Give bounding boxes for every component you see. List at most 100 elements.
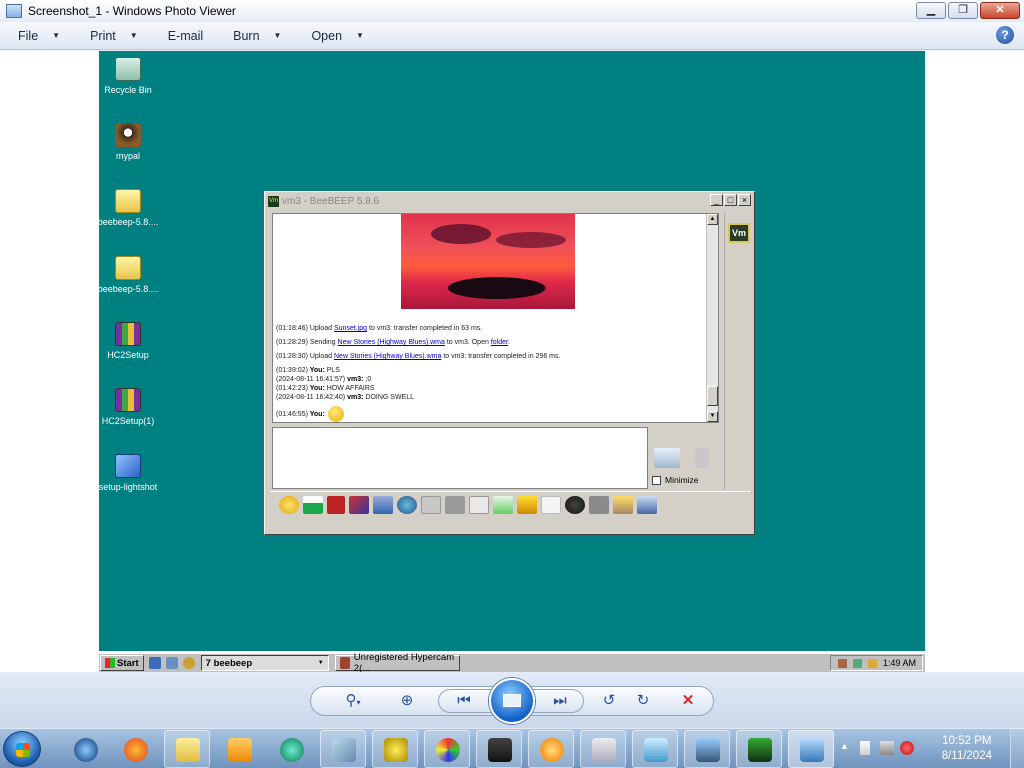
menu-print-label: Print — [90, 28, 116, 43]
file-link: Sunset.jpg — [334, 325, 368, 332]
chevron-down-icon: ▼ — [129, 31, 138, 40]
taskbar-calculator[interactable] — [580, 730, 626, 768]
folder-link: folder — [490, 339, 508, 346]
log-line: (2024-08-11 16:41:57) vm3: ;0 — [276, 376, 372, 383]
volume-muted-icon[interactable] — [900, 741, 914, 755]
taskbar-app-green[interactable] — [268, 730, 314, 768]
menu-file-label: File — [18, 28, 39, 43]
show-hidden-icons-icon[interactable]: ▲ — [840, 741, 854, 755]
hypercam-icon — [339, 657, 350, 669]
menu-file[interactable]: File ▼ — [0, 29, 72, 43]
network-status-icon[interactable] — [880, 741, 894, 755]
key-icon — [517, 495, 537, 514]
desktop-icon-label: HC2Setup(1) — [101, 416, 155, 426]
task-label: Unregistered Hypercam 2(... — [353, 652, 455, 674]
scroll-down-icon: ▼ — [707, 411, 718, 422]
slideshow-icon — [503, 694, 521, 707]
ie-icon — [148, 657, 161, 669]
slideshow-button[interactable] — [489, 678, 535, 724]
start-button[interactable] — [3, 731, 41, 767]
globe-icon — [397, 495, 417, 514]
chat-scrollbar: ▲ ▼ — [706, 214, 718, 422]
log-line: (01:18:46) Upload Sunset.jpg to vm3: tra… — [276, 325, 483, 332]
close-button[interactable]: ✕ — [980, 2, 1020, 19]
beebeep-close-button: × — [738, 194, 751, 206]
minimize-button[interactable]: ▁ — [916, 2, 946, 19]
taskbar-paint[interactable] — [424, 730, 470, 768]
next-button[interactable]: ⏭ — [548, 691, 572, 711]
desktop-icon-label: beebeep-5.8.... — [99, 217, 159, 227]
installer-icon — [115, 388, 141, 412]
chat-bubble-icon — [541, 495, 561, 514]
rotate-cw-button[interactable]: ↻ — [632, 691, 654, 711]
desktop-icon-label: Recycle Bin — [104, 85, 152, 95]
tools-icon — [349, 495, 369, 514]
taskbar-lock[interactable] — [476, 730, 522, 768]
desktop-icon — [165, 657, 178, 669]
log-line: (01:42:23) You: HOW AFFAIRS — [276, 385, 375, 392]
show-desktop-button[interactable] — [1010, 729, 1024, 768]
beebeep-window: Vm vm3 - BeeBEEP 5.8.6 _ □ × (01:18:46) … — [264, 191, 755, 535]
window-title: Screenshot_1 - Windows Photo Viewer — [28, 4, 236, 18]
document-icon — [493, 495, 513, 514]
rotate-ccw-button[interactable]: ↺ — [598, 691, 620, 711]
desktop-icon-recycle-bin: Recycle Bin — [99, 57, 163, 95]
taskbar-notes[interactable] — [320, 730, 366, 768]
taskbar-network[interactable] — [684, 730, 730, 768]
taskbar-explorer[interactable] — [164, 730, 210, 768]
taskbar-remote-desktop[interactable] — [632, 730, 678, 768]
title-bar: Screenshot_1 - Windows Photo Viewer ▁ ❐ … — [0, 0, 1024, 22]
actual-size-button[interactable]: ⊕ — [396, 691, 418, 711]
clock-date: 8/11/2024 — [941, 750, 992, 762]
recycle-bin-icon — [115, 57, 141, 81]
network-icon — [696, 738, 720, 762]
taskbar-search[interactable] — [528, 730, 574, 768]
menu-open[interactable]: Open ▼ — [293, 29, 376, 43]
delete-button[interactable]: ✕ — [677, 691, 699, 711]
checklist-icon — [421, 495, 441, 514]
windows-flag-icon — [105, 658, 115, 668]
log-line: (01:28:29) Sending New Stories (Highway … — [276, 339, 510, 346]
zoom-button[interactable]: ⚲▾ — [336, 691, 370, 711]
previous-button[interactable]: ⏮ — [452, 691, 476, 711]
taskbar: ▲ 10:52 PM 8/11/2024 — [0, 728, 1024, 768]
sunset-image — [401, 214, 575, 309]
taskbar-terminal[interactable] — [736, 730, 782, 768]
terminal-icon — [748, 738, 772, 762]
image-taskbar: Start 7 beebeep ▼ Unregistered Hypercam 2… — [99, 652, 925, 674]
filter-icon — [373, 495, 393, 514]
magnifier-icon — [540, 738, 564, 762]
menu-print[interactable]: Print ▼ — [72, 29, 150, 43]
clock-time: 10:52 PM — [942, 735, 992, 747]
log-line: (2024-08-11 16:42:40) vm3: DOING SWELL — [276, 394, 415, 401]
send-icon — [654, 448, 680, 468]
media-player-icon — [228, 738, 252, 762]
beebeep-window-controls: _ □ × — [710, 194, 751, 206]
beebeep-minimize-button: _ — [710, 194, 723, 206]
menu-burn[interactable]: Burn ▼ — [215, 29, 293, 43]
start-label: Start — [117, 657, 139, 669]
log-line: (01:39:02) You: PLS — [276, 367, 340, 374]
menu-email[interactable]: E-mail — [150, 29, 215, 43]
taskbar-firefox[interactable] — [112, 730, 158, 768]
help-icon[interactable]: ? — [996, 26, 1014, 44]
taskbar-ie[interactable] — [62, 730, 108, 768]
taskbar-photo-viewer[interactable] — [788, 730, 834, 768]
flag-icon[interactable] — [860, 741, 870, 755]
font-color-icon — [303, 495, 323, 514]
restore-button[interactable]: ❐ — [948, 2, 978, 19]
clock[interactable]: 10:52 PM 8/11/2024 — [942, 734, 992, 764]
taskbar-beebeep[interactable] — [372, 730, 418, 768]
record-icon — [565, 495, 585, 514]
installer-icon — [115, 322, 141, 346]
screen-icon — [589, 495, 609, 514]
lock-icon — [488, 738, 512, 762]
beebeep-title: vm3 - BeeBEEP 5.8.6 — [282, 195, 380, 207]
minimize-checkbox: Minimize — [652, 475, 699, 485]
zip-folder-icon — [115, 189, 141, 213]
log-line: (01:28:30) Upload New Stories (Highway B… — [276, 353, 561, 360]
media-icon — [182, 657, 195, 669]
log-line: (01:46:55) You: — [276, 406, 706, 422]
taskbar-media-player[interactable] — [216, 730, 262, 768]
desktop-icon-mypal: mypal — [99, 123, 163, 161]
